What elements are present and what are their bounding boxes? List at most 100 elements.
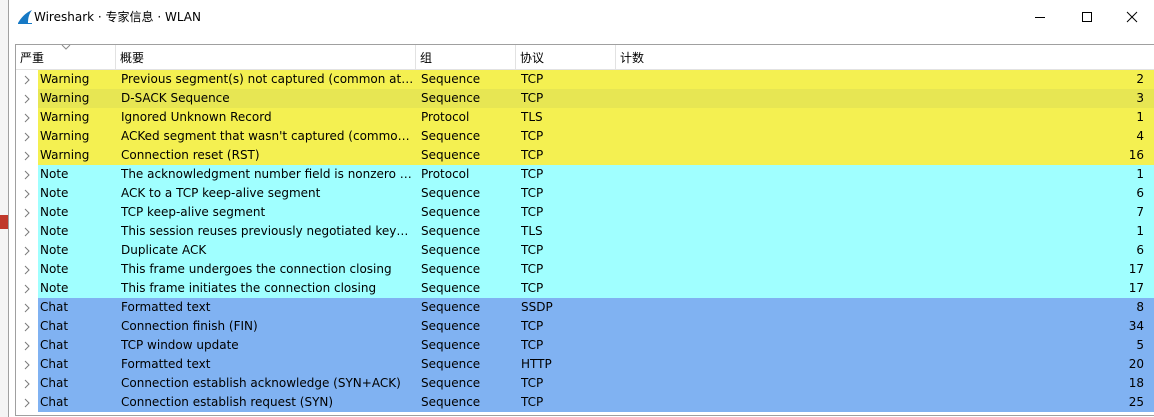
column-header-protocol[interactable]: 协议 [516, 45, 616, 69]
table-row[interactable]: Warning Previous segment(s) not captured … [16, 70, 1154, 89]
chevron-right-icon [24, 132, 30, 141]
table-row[interactable]: Note ACK to a TCP keep-alive segment Seque… [16, 184, 1154, 203]
group-cell: Sequence [421, 129, 481, 143]
expand-toggle[interactable] [16, 184, 38, 203]
column-header-label: 计数 [620, 51, 645, 65]
table-row[interactable]: Chat Connection establish request (SYN) Se… [16, 393, 1154, 412]
expand-toggle[interactable] [16, 222, 38, 241]
expand-toggle[interactable] [16, 70, 38, 89]
table-row[interactable]: Note This session reuses previously negot… [16, 222, 1154, 241]
column-header-summary[interactable]: 概要 [116, 45, 416, 69]
count-cell: 18 [1128, 376, 1144, 390]
expert-info-tree[interactable]: 严重 概要 组 协议 计数 Warning Previous segment(s)… [15, 44, 1154, 416]
severity-cell: Chat [40, 319, 69, 333]
column-header-count[interactable]: 计数 [616, 45, 1154, 69]
expand-toggle[interactable] [16, 355, 38, 374]
summary-cell: Duplicate ACK [121, 243, 207, 257]
expand-toggle[interactable] [16, 336, 38, 355]
chevron-right-icon [24, 170, 30, 179]
severity-cell: Note [40, 205, 69, 219]
table-row[interactable]: Chat Formatted text Sequence SSDP 8 [16, 298, 1154, 317]
maximize-button[interactable] [1064, 0, 1110, 34]
protocol-cell: TLS [521, 110, 543, 124]
severity-cell: Chat [40, 376, 69, 390]
summary-cell: ACK to a TCP keep-alive segment [121, 186, 321, 200]
protocol-cell: TCP [521, 72, 544, 86]
protocol-cell: TCP [521, 319, 544, 333]
count-cell: 4 [1136, 129, 1144, 143]
severity-cell: Chat [40, 395, 69, 409]
group-cell: Sequence [421, 91, 481, 105]
expand-toggle[interactable] [16, 146, 38, 165]
count-cell: 25 [1128, 395, 1144, 409]
group-cell: Sequence [421, 148, 481, 162]
title-bar[interactable]: Wireshark · 专家信息 · WLAN [9, 0, 1154, 34]
table-row[interactable]: Warning ACKed segment that wasn't capture… [16, 127, 1154, 146]
chevron-right-icon [24, 189, 30, 198]
protocol-cell: HTTP [521, 357, 552, 371]
expand-toggle[interactable] [16, 165, 38, 184]
group-cell: Sequence [421, 224, 481, 238]
chevron-right-icon [24, 75, 30, 84]
close-button[interactable] [1109, 0, 1154, 34]
table-row[interactable]: Chat TCP window update Sequence TCP 5 [16, 336, 1154, 355]
group-cell: Sequence [421, 262, 481, 276]
chevron-right-icon [24, 284, 30, 293]
group-cell: Protocol [421, 167, 470, 181]
expand-toggle[interactable] [16, 89, 38, 108]
expand-toggle[interactable] [16, 393, 38, 412]
count-cell: 6 [1136, 186, 1144, 200]
expand-toggle[interactable] [16, 241, 38, 260]
table-row[interactable]: Chat Connection finish (FIN) Sequence TCP 34 [16, 317, 1154, 336]
table-row[interactable]: Note Duplicate ACK Sequence TCP 6 [16, 241, 1154, 260]
background-marker [0, 215, 8, 229]
expand-toggle[interactable] [16, 279, 38, 298]
table-row[interactable]: Note TCP keep-alive segment Sequence TCP 7 [16, 203, 1154, 222]
summary-cell: TCP window update [121, 338, 239, 352]
chevron-right-icon [24, 322, 30, 331]
expand-toggle[interactable] [16, 374, 38, 393]
table-row[interactable]: Note This frame undergoes the connection … [16, 260, 1154, 279]
group-cell: Sequence [421, 395, 481, 409]
summary-cell: This frame initiates the connection clos… [121, 281, 377, 295]
group-cell: Sequence [421, 72, 481, 86]
count-cell: 17 [1128, 281, 1144, 295]
column-header-group[interactable]: 组 [416, 45, 516, 69]
chevron-right-icon [24, 227, 30, 236]
group-cell: Sequence [421, 338, 481, 352]
column-header-label: 组 [420, 51, 433, 65]
count-cell: 1 [1136, 224, 1144, 238]
summary-cell: Connection finish (FIN) [121, 319, 258, 333]
count-cell: 20 [1128, 357, 1144, 371]
severity-cell: Chat [40, 338, 69, 352]
table-row[interactable]: Note The acknowledgment number field is n… [16, 165, 1154, 184]
table-row[interactable]: Warning Connection reset (RST) Sequence TCP… [16, 146, 1154, 165]
table-row[interactable]: Chat Connection establish acknowledge (SY… [16, 374, 1154, 393]
table-row[interactable]: Warning Ignored Unknown Record Protocol TLS… [16, 108, 1154, 127]
expand-toggle[interactable] [16, 108, 38, 127]
severity-cell: Note [40, 224, 69, 238]
table-row[interactable]: Chat Formatted text Sequence HTTP 20 [16, 355, 1154, 374]
severity-cell: Note [40, 262, 69, 276]
summary-cell: ACKed segment that wasn't captured (comm… [121, 129, 414, 143]
count-cell: 7 [1136, 205, 1144, 219]
minimize-icon [1035, 17, 1045, 18]
table-row[interactable]: Note This frame initiates the connection … [16, 279, 1154, 298]
summary-cell: Connection establish acknowledge (SYN+AC… [121, 376, 401, 390]
chevron-right-icon [24, 94, 30, 103]
protocol-cell: TCP [521, 167, 544, 181]
maximize-icon [1082, 12, 1092, 22]
expand-toggle[interactable] [16, 203, 38, 222]
group-cell: Sequence [421, 300, 481, 314]
minimize-button[interactable] [1017, 0, 1063, 34]
expand-toggle[interactable] [16, 127, 38, 146]
protocol-cell: TCP [521, 205, 544, 219]
group-cell: Protocol [421, 110, 470, 124]
count-cell: 1 [1136, 110, 1144, 124]
column-header-severity[interactable]: 严重 [16, 45, 116, 69]
expand-toggle[interactable] [16, 317, 38, 336]
expand-toggle[interactable] [16, 298, 38, 317]
expand-toggle[interactable] [16, 260, 38, 279]
table-row[interactable]: Warning D-SACK Sequence Sequence TCP 3 [16, 89, 1154, 108]
count-cell: 6 [1136, 243, 1144, 257]
